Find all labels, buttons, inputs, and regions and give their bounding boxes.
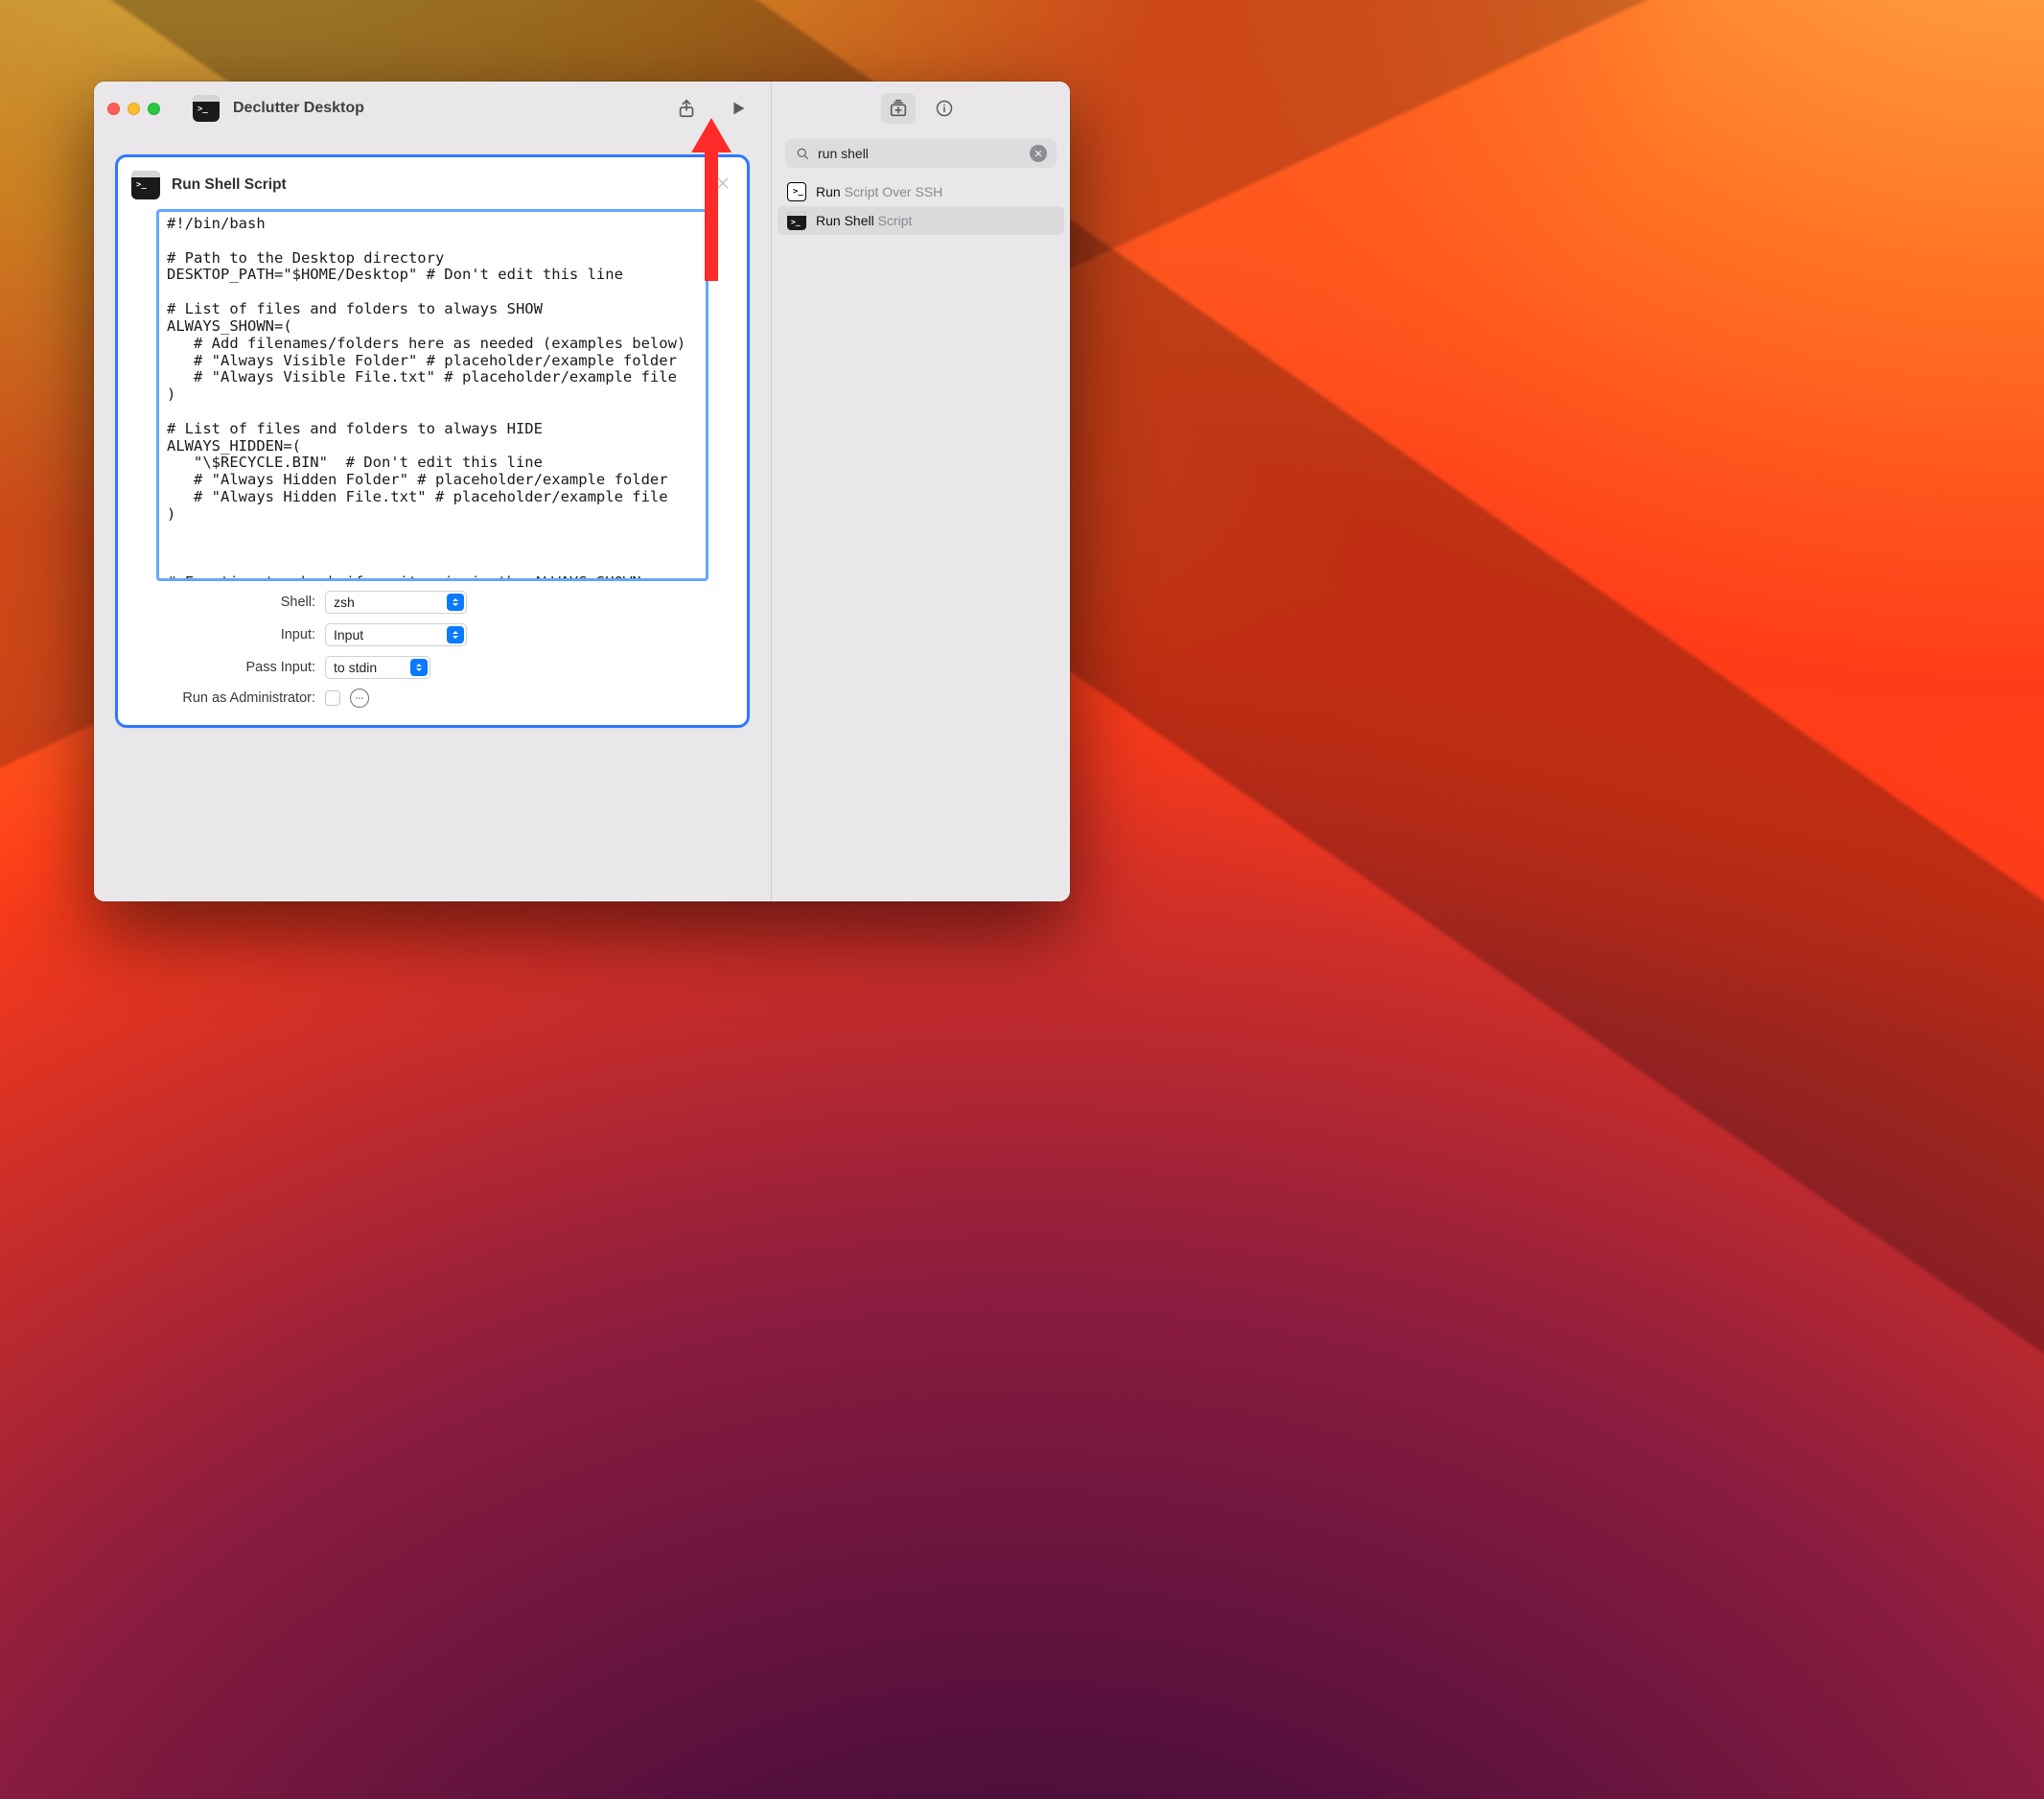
terminal-icon: >_	[787, 211, 806, 230]
library-result-label: Run Shell Script	[816, 213, 912, 228]
input-label: Input:	[118, 627, 315, 642]
minimize-window-button[interactable]	[128, 103, 140, 115]
run-button[interactable]	[719, 89, 757, 128]
titlebar: >_ Declutter Desktop	[94, 82, 771, 135]
library-search-input[interactable]	[818, 146, 1022, 161]
script-editor[interactable]: #!/bin/bash # Path to the Desktop direct…	[159, 212, 706, 578]
remove-action-button[interactable]	[714, 175, 732, 192]
window-controls	[107, 103, 160, 115]
workflow-pane: >_ Declutter Desktop >_ Run Shel	[94, 82, 771, 901]
library-toolbar	[772, 82, 1070, 135]
library-sidebar: >_ Run Script Over SSH >_ Run Shell Scri…	[771, 82, 1070, 901]
pass-input-select[interactable]: to stdin	[325, 656, 430, 679]
app-window: >_ Declutter Desktop >_ Run Shel	[94, 82, 1070, 901]
library-search[interactable]	[785, 139, 1057, 168]
info-tab-button[interactable]	[927, 93, 962, 124]
terminal-icon: >_	[131, 171, 160, 199]
zoom-window-button[interactable]	[148, 103, 160, 115]
close-window-button[interactable]	[107, 103, 120, 115]
clear-search-button[interactable]	[1030, 145, 1047, 162]
chevron-up-down-icon	[413, 662, 425, 673]
script-editor-frame: #!/bin/bash # Path to the Desktop direct…	[156, 209, 708, 581]
search-icon	[795, 146, 810, 161]
workflow-title: Declutter Desktop	[233, 100, 364, 117]
library-result[interactable]: >_ Run Shell Script	[778, 206, 1064, 235]
action-card[interactable]: >_ Run Shell Script #!/bin/bash # Path t…	[115, 154, 750, 728]
shell-label: Shell:	[118, 595, 315, 610]
input-select[interactable]: Input	[325, 623, 467, 646]
chevron-up-down-icon	[450, 596, 461, 608]
chevron-up-down-icon	[450, 629, 461, 641]
run-as-admin-label: Run as Administrator:	[118, 690, 315, 706]
shell-value: zsh	[334, 595, 355, 610]
run-as-admin-checkbox[interactable]	[325, 690, 340, 706]
workflow-canvas[interactable]: >_ Run Shell Script #!/bin/bash # Path t…	[94, 135, 771, 901]
pass-input-label: Pass Input:	[118, 660, 315, 675]
library-result[interactable]: >_ Run Script Over SSH	[778, 177, 1064, 206]
library-tab-button[interactable]	[881, 93, 916, 124]
terminal-icon: >_	[193, 95, 220, 122]
library-result-label: Run Script Over SSH	[816, 184, 942, 199]
terminal-icon: >_	[787, 182, 806, 201]
input-value: Input	[334, 627, 363, 642]
library-results: >_ Run Script Over SSH >_ Run Shell Scri…	[772, 177, 1070, 235]
run-as-admin-options-button[interactable]	[350, 689, 369, 708]
action-title: Run Shell Script	[172, 176, 287, 194]
shell-select[interactable]: zsh	[325, 591, 467, 614]
share-button[interactable]	[667, 89, 706, 128]
pass-input-value: to stdin	[334, 660, 377, 675]
